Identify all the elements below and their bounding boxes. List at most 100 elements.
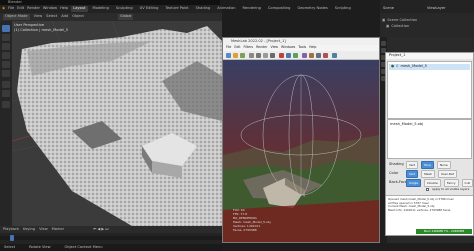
outliner-row-collection[interactable]: ▣ Collection bbox=[386, 24, 409, 29]
meshlab-menu-tools[interactable]: Tools bbox=[298, 46, 306, 49]
meshlab-menu-file[interactable]: File bbox=[226, 46, 231, 49]
memory-label: Mem 1466MB 7% - 20480MB bbox=[423, 229, 465, 234]
info-faces: Faces: 2795988 bbox=[233, 228, 257, 232]
meshlab-menu-render[interactable]: Render bbox=[256, 46, 267, 49]
shading-face-button[interactable]: Face bbox=[421, 161, 434, 169]
layer-dialog-header: Project_1 bbox=[386, 53, 473, 59]
status-select: Select bbox=[4, 244, 16, 249]
shading-vert-button[interactable]: Vert bbox=[406, 161, 419, 169]
tab-shading[interactable]: Shading bbox=[194, 6, 213, 12]
flat-icon[interactable] bbox=[263, 53, 268, 58]
backface-single-button[interactable]: Single bbox=[406, 179, 422, 187]
viewport-collection-label: (1) Collection | mesh_Model_5 bbox=[14, 28, 69, 32]
timeline-ruler[interactable] bbox=[0, 236, 222, 240]
layer-file-label: mesh_Model_5.obj bbox=[390, 122, 424, 126]
eye-icon[interactable]: ● bbox=[391, 65, 394, 69]
rotate-tool[interactable] bbox=[2, 52, 10, 59]
delete-icon[interactable] bbox=[323, 53, 328, 58]
menu-window[interactable]: Window bbox=[43, 7, 57, 11]
open-icon[interactable] bbox=[226, 53, 231, 58]
color-vert-button[interactable]: Vert bbox=[406, 170, 419, 178]
blender-logo-icon[interactable]: ◉ bbox=[2, 7, 5, 11]
menu-render[interactable]: Render bbox=[27, 7, 40, 11]
tab-scripting[interactable]: Scripting bbox=[333, 6, 353, 12]
keying-menu[interactable]: Keying bbox=[23, 227, 35, 232]
tab-sculpting[interactable]: Sculpting bbox=[114, 6, 135, 12]
select-box-tool[interactable] bbox=[2, 25, 10, 32]
outliner-label: Scene Collection bbox=[387, 17, 418, 22]
color-mesh-button[interactable]: Mesh bbox=[421, 170, 435, 178]
color-icon[interactable] bbox=[279, 53, 284, 58]
menu-edit[interactable]: Edit bbox=[17, 7, 24, 11]
measure-icon[interactable] bbox=[309, 53, 314, 58]
view-menu[interactable]: View bbox=[34, 15, 43, 19]
backface-cull-button[interactable]: Cull bbox=[461, 179, 474, 187]
view-menu-timeline[interactable]: View bbox=[39, 227, 48, 232]
meshlab-menu-edit[interactable]: Edit bbox=[234, 46, 240, 49]
playback-menu[interactable]: Playback bbox=[3, 227, 19, 232]
color-row: Color Vert Mesh User-Def bbox=[389, 170, 457, 178]
viewport-header: Object Mode View Select Add Object Globa… bbox=[0, 13, 222, 21]
scale-tool[interactable] bbox=[2, 61, 10, 68]
wireframe-icon[interactable] bbox=[256, 53, 261, 58]
status-bar: Select Rotate View Object Context Menu bbox=[0, 244, 222, 251]
annotate-tool[interactable] bbox=[2, 81, 10, 88]
backface-double-button[interactable]: Double bbox=[424, 179, 441, 187]
scene-selector[interactable]: Scene bbox=[383, 6, 394, 11]
layer-details: mesh_Model_5.obj bbox=[387, 119, 472, 159]
meshlab-menu-view[interactable]: View bbox=[270, 46, 278, 49]
move-tool[interactable] bbox=[2, 43, 10, 50]
tab-geometry-nodes[interactable]: Geometry Nodes bbox=[295, 6, 329, 12]
backface-label: Back-Face bbox=[389, 180, 408, 185]
color-user-def-button[interactable]: User-Def bbox=[437, 170, 457, 178]
mode-select[interactable]: Object Mode bbox=[3, 14, 30, 20]
object-menu[interactable]: Object bbox=[72, 15, 84, 19]
select-menu[interactable]: Select bbox=[46, 15, 57, 19]
cursor-tool[interactable] bbox=[2, 34, 10, 41]
tab-layout[interactable]: Layout bbox=[71, 6, 88, 12]
smooth-icon[interactable] bbox=[270, 53, 275, 58]
marker-menu[interactable]: Marker bbox=[52, 227, 64, 232]
texture-icon[interactable] bbox=[293, 53, 298, 58]
select-icon[interactable] bbox=[316, 53, 321, 58]
meshlab-toolbar bbox=[223, 51, 379, 60]
desktop: Blender ◉ File Edit Render Window Help L… bbox=[0, 0, 474, 251]
tab-rendering[interactable]: Rendering bbox=[241, 6, 263, 12]
playhead[interactable] bbox=[10, 235, 14, 241]
light-icon[interactable] bbox=[286, 53, 291, 58]
transform-tool[interactable] bbox=[2, 70, 10, 77]
add-menu[interactable]: Add bbox=[61, 15, 68, 19]
add-cube-tool[interactable] bbox=[2, 101, 10, 108]
shading-none-button[interactable]: None bbox=[436, 161, 451, 169]
layer-name: mesh_Model_5 bbox=[400, 64, 427, 69]
tab-texture-paint[interactable]: Texture Paint bbox=[163, 6, 190, 12]
shading-row: Shading Vert Face None bbox=[389, 161, 451, 169]
tab-uv-editing[interactable]: UV Editing bbox=[138, 6, 161, 12]
tab-modeling[interactable]: Modeling bbox=[91, 6, 111, 12]
backface-fancy-button[interactable]: Fancy bbox=[443, 179, 459, 187]
tab-animation[interactable]: Animation bbox=[215, 6, 237, 12]
layer-row[interactable]: ● 0 mesh_Model_5 bbox=[389, 64, 470, 70]
meshlab-titlebar: MeshLab 2022.02 - [Project_1] bbox=[223, 38, 379, 45]
transform-orientation[interactable]: Global bbox=[117, 14, 134, 20]
points-icon[interactable] bbox=[249, 53, 254, 58]
tool-tab-icon[interactable] bbox=[381, 41, 386, 46]
save-icon[interactable] bbox=[240, 53, 245, 58]
menu-help[interactable]: Help bbox=[60, 7, 68, 11]
import-icon[interactable] bbox=[233, 53, 238, 58]
filter-icon[interactable] bbox=[302, 53, 307, 58]
meshlab-menu-help[interactable]: Help bbox=[309, 46, 316, 49]
play-controls-icon[interactable]: ⏮ ◀ ▶ ⏭ bbox=[93, 227, 108, 232]
meshlab-menu-windows[interactable]: Windows bbox=[281, 46, 295, 49]
menu-file[interactable]: File bbox=[8, 7, 14, 11]
outliner-row-scene-collection[interactable]: ▣ Scene Collection bbox=[382, 18, 417, 23]
apply-all-checkbox[interactable] bbox=[426, 188, 429, 191]
log-line: Mesh Info: 1402011 vertices, 2795988 fac… bbox=[388, 207, 451, 212]
blender-3d-viewport[interactable]: User Perspective (1) Collection | mesh_M… bbox=[12, 21, 222, 226]
snapshot-icon[interactable] bbox=[332, 53, 337, 58]
tab-compositing[interactable]: Compositing bbox=[266, 6, 293, 12]
apply-all-label: apply to all visible layers bbox=[432, 187, 470, 191]
viewlayer-selector[interactable]: ViewLayer bbox=[427, 6, 446, 11]
measure-tool[interactable] bbox=[2, 90, 10, 97]
meshlab-menu-filters[interactable]: Filters bbox=[244, 46, 254, 49]
